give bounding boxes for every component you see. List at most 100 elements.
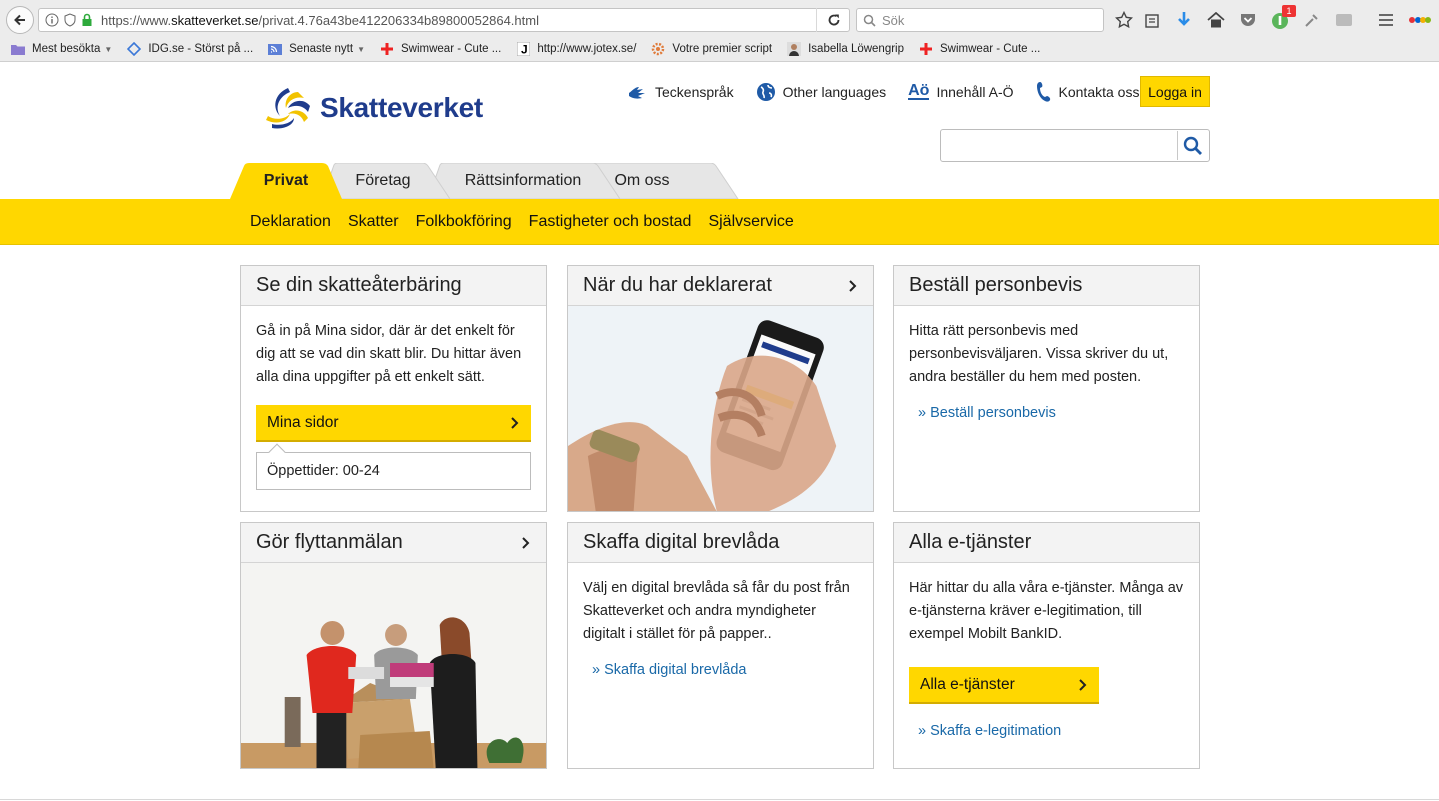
subnav-item-fastigheter[interactable]: Fastigheter och bostad xyxy=(529,213,692,231)
footer-divider xyxy=(0,799,1439,800)
card-title: Skaffa digital brevlåda xyxy=(583,531,780,553)
subnav-item-sjalvservice[interactable]: Självservice xyxy=(708,213,793,231)
search-placeholder: Sök xyxy=(882,12,905,28)
shield-icon[interactable] xyxy=(64,13,76,27)
download-arrow-icon xyxy=(1178,12,1190,26)
eyedropper-icon xyxy=(1305,14,1318,27)
reload-button[interactable] xyxy=(816,8,850,32)
downloads-button[interactable] xyxy=(1174,10,1194,30)
sign-language-link[interactable]: Teckenspråk xyxy=(628,83,734,101)
search-icon xyxy=(1183,136,1202,155)
opening-hours-text: Öppettider: 00-24 xyxy=(267,462,380,479)
bookmark-item[interactable]: Senaste nytt ▼ xyxy=(267,42,365,56)
subnav-item-skatter[interactable]: Skatter xyxy=(348,213,399,231)
tab-rattsinformation[interactable]: Rättsinformation xyxy=(428,163,622,199)
site-search-input[interactable] xyxy=(942,131,1176,160)
rss-icon xyxy=(267,42,283,56)
tab-privat[interactable]: Privat xyxy=(230,163,354,199)
pocket-icon xyxy=(1241,14,1255,26)
ebay-logo-icon xyxy=(1409,17,1431,23)
extension-grey-button[interactable] xyxy=(1334,10,1354,30)
hamburger-menu-icon xyxy=(1379,14,1393,26)
j-icon: J xyxy=(515,42,531,56)
logo-text: Skatteverket xyxy=(320,92,483,123)
card-title: Se din skatteåterbäring xyxy=(256,274,462,296)
contact-link[interactable]: Kontakta oss xyxy=(1036,81,1139,103)
bookmark-item[interactable]: Votre premier script xyxy=(650,42,772,56)
login-button[interactable]: Logga in xyxy=(1140,76,1210,107)
tab-label: Företag xyxy=(355,172,411,189)
button-label: Alla e-tjänster xyxy=(920,676,1015,693)
bookmark-star-button[interactable] xyxy=(1114,10,1134,30)
back-button[interactable] xyxy=(6,6,34,34)
bookmark-label: Mest besökta xyxy=(32,43,101,55)
main-tabs: Om oss Rättsinformation Företag Privat xyxy=(230,163,750,199)
utility-navigation: Teckenspråk Other languages Aö Innehåll … xyxy=(628,78,1161,106)
card-header[interactable]: Gör flyttanmälan xyxy=(241,523,546,563)
bookmark-item[interactable]: J http://www.jotex.se/ xyxy=(515,42,636,56)
az-index-icon: Aö xyxy=(908,82,930,100)
opening-hours-box: Öppettider: 00-24 xyxy=(256,443,531,490)
bookmark-label: Senaste nytt xyxy=(289,43,354,55)
bookmark-item[interactable]: Isabella Löwengrip xyxy=(786,42,904,56)
order-certificate-link[interactable]: » Beställ personbevis xyxy=(909,402,1184,425)
card-order-certificate: Beställ personbevis Hitta rätt personbev… xyxy=(893,265,1200,512)
svg-text:J: J xyxy=(521,43,528,57)
tab-label: Rättsinformation xyxy=(464,172,582,189)
bookmark-item[interactable]: Swimwear - Cute ... xyxy=(379,42,501,56)
browser-toolbar: https://www.skatteverket.se/privat.4.76a… xyxy=(0,0,1439,38)
chevron-right-icon xyxy=(522,536,530,549)
tab-label: Om oss xyxy=(614,172,670,189)
home-icon xyxy=(1207,12,1225,28)
card-text: Här hittar du alla våra e-tjänster. Mång… xyxy=(909,580,1184,642)
skatteverket-logo[interactable]: Skatteverket xyxy=(264,86,483,130)
chevron-right-icon xyxy=(849,279,857,292)
notification-badge: 1 xyxy=(1282,5,1296,17)
card-header[interactable]: När du har deklarerat xyxy=(568,266,873,306)
chevron-right-icon xyxy=(1079,678,1087,691)
all-eservices-button[interactable]: Alla e-tjänster xyxy=(909,667,1099,704)
get-eid-link[interactable]: » Skaffa e-legitimation xyxy=(909,720,1184,743)
bookmark-item[interactable]: Swimwear - Cute ... xyxy=(918,42,1040,56)
address-bar[interactable]: https://www.skatteverket.se/privat.4.76a… xyxy=(38,8,850,32)
card-after-declaration[interactable]: När du har deklarerat xyxy=(567,265,874,512)
card-title: Alla e-tjänster xyxy=(909,531,1032,553)
menu-button[interactable] xyxy=(1376,10,1396,30)
digital-mailbox-link[interactable]: » Skaffa digital brevlåda xyxy=(583,659,858,682)
card-title: Beställ personbevis xyxy=(909,274,1083,296)
content-az-label: Innehåll A-Ö xyxy=(936,84,1014,100)
site-search-button[interactable] xyxy=(1177,131,1208,160)
subnav-item-folkbokforing[interactable]: Folkbokföring xyxy=(416,213,512,231)
content-az-link[interactable]: Aö Innehåll A-Ö xyxy=(908,82,1014,100)
idg-icon xyxy=(126,42,142,56)
bookmark-item[interactable]: IDG.se - Störst på ... xyxy=(126,42,253,56)
eyedropper-button[interactable] xyxy=(1302,10,1322,30)
star-icon xyxy=(1115,11,1133,29)
card-header: Skaffa digital brevlåda xyxy=(568,523,873,563)
card-move-notice[interactable]: Gör flyttanmälan xyxy=(240,522,547,769)
sign-language-hands-icon xyxy=(628,83,648,101)
pocket-button[interactable] xyxy=(1238,10,1258,30)
chevron-down-icon: ▼ xyxy=(104,44,113,54)
other-languages-label: Other languages xyxy=(782,84,887,100)
tab-label: Privat xyxy=(263,172,309,189)
my-pages-button[interactable]: Mina sidor xyxy=(256,405,531,442)
reload-icon xyxy=(828,14,839,26)
card-text: Gå in på Mina sidor, där är det enkelt f… xyxy=(256,323,522,385)
card-header: Beställ personbevis xyxy=(894,266,1199,306)
url-text[interactable]: https://www.skatteverket.se/privat.4.76a… xyxy=(101,13,539,28)
home-button[interactable] xyxy=(1206,10,1226,30)
browser-chrome: https://www.skatteverket.se/privat.4.76a… xyxy=(0,0,1439,62)
gear-icon xyxy=(650,42,666,56)
reader-list-button[interactable] xyxy=(1142,10,1162,30)
ebay-button[interactable] xyxy=(1408,10,1432,30)
button-label: Mina sidor xyxy=(267,414,339,431)
other-languages-link[interactable]: Other languages xyxy=(756,82,887,102)
subnav-item-deklaration[interactable]: Deklaration xyxy=(250,213,331,231)
bookmark-item[interactable]: Mest besökta ▼ xyxy=(10,42,112,56)
phone-icon xyxy=(1036,81,1052,103)
browser-search-input[interactable]: Sök xyxy=(856,8,1104,32)
sign-language-label: Teckenspråk xyxy=(655,84,734,100)
info-icon[interactable] xyxy=(45,13,59,27)
bookmark-label: Isabella Löwengrip xyxy=(808,43,905,55)
